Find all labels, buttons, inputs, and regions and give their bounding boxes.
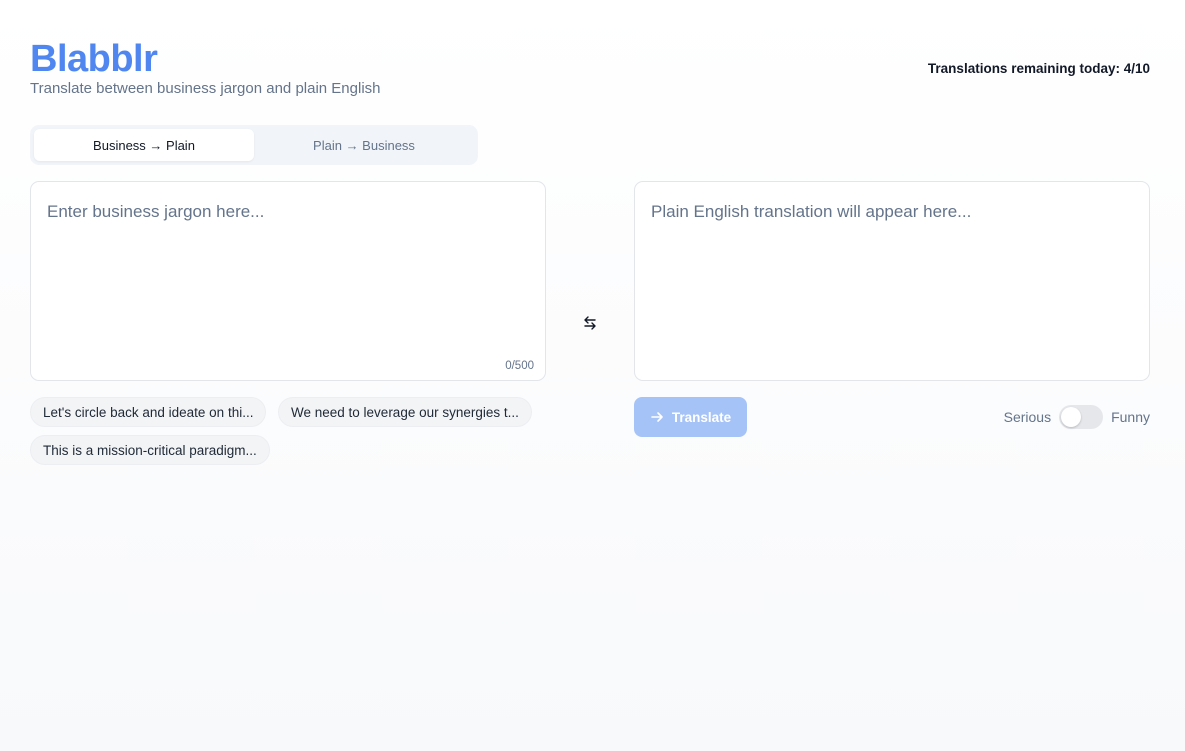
tone-label-serious: Serious (1003, 409, 1052, 425)
tone-toggle[interactable] (1059, 405, 1104, 429)
tab-business-to-plain[interactable]: Business → Plain (34, 129, 254, 161)
tone-label-funny: Funny (1111, 409, 1150, 425)
jargon-input[interactable] (31, 182, 545, 380)
translate-label: Translate (671, 409, 732, 425)
input-panel: 0/500 (30, 181, 546, 381)
mode-switcher: Business → Plain Plain → Business (30, 125, 478, 165)
output-placeholder: Plain English translation will appear he… (651, 202, 972, 221)
app-logo: Blabblr (30, 38, 158, 80)
output-panel: Plain English translation will appear he… (634, 181, 1150, 381)
suggestion-chip[interactable]: This is a mission-critical paradigm... (30, 435, 270, 465)
translate-button[interactable]: Translate (634, 397, 747, 437)
suggestion-chip[interactable]: Let's circle back and ideate on thi... (30, 397, 267, 427)
app-header: Blabblr Translate between business jargo… (30, 36, 381, 97)
toggle-knob (1061, 407, 1082, 427)
swap-direction-button[interactable] (578, 311, 602, 335)
tab-plain-to-business[interactable]: Plain → Business (254, 129, 474, 161)
char-count: 0/500 (505, 360, 534, 372)
translations-remaining: Translations remaining today: 4/10 (927, 61, 1150, 76)
arrow-right-icon (651, 412, 663, 422)
suggestion-chip[interactable]: We need to leverage our synergies t... (278, 397, 532, 427)
swap-arrows-icon (584, 316, 596, 330)
app-tagline: Translate between business jargon and pl… (30, 80, 381, 97)
tone-switch: Serious Funny (1004, 405, 1150, 429)
